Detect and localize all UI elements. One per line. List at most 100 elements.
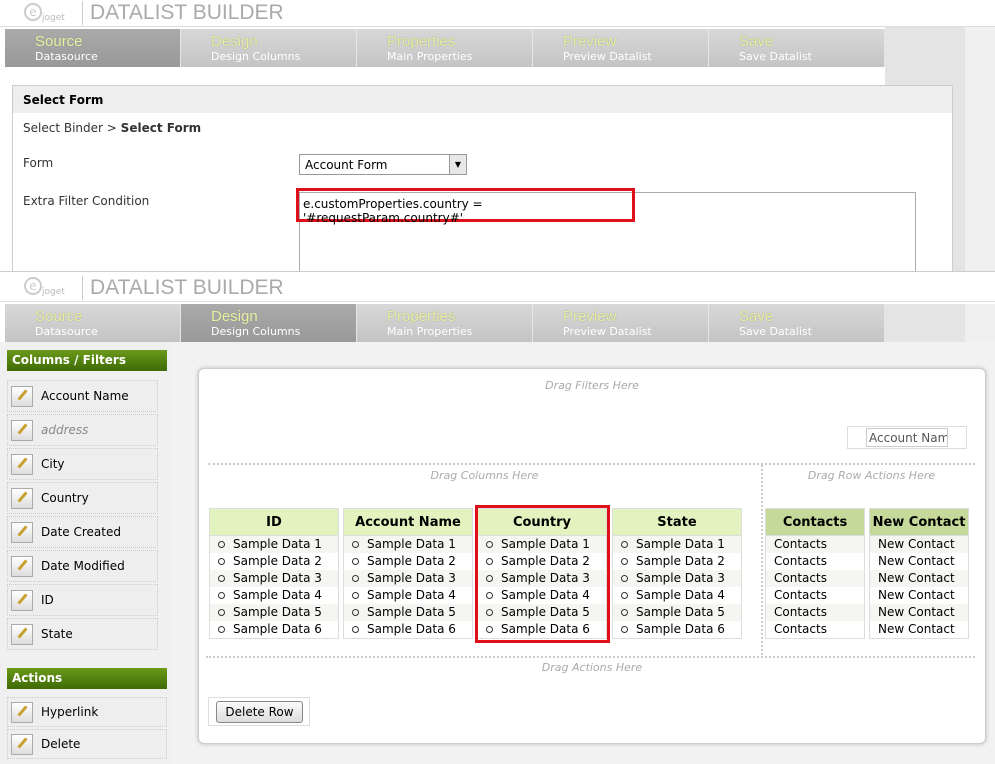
delete-row-button[interactable]: Delete Row <box>216 701 303 723</box>
sidebar-column-item[interactable]: Account Name <box>7 380 158 412</box>
column-header[interactable]: Account Name <box>344 509 472 536</box>
breadcrumb-parent[interactable]: Select Binder <box>23 121 103 135</box>
step-title: Source <box>35 33 83 50</box>
cell-value: Contacts <box>774 554 827 568</box>
table-row: New Contact <box>870 553 968 570</box>
bullet-icon <box>621 626 628 633</box>
edit-icon <box>11 419 33 441</box>
step-save[interactable]: Save Save Datalist <box>709 29 885 67</box>
edit-icon <box>11 385 33 407</box>
step-source[interactable]: Source Datasource <box>5 304 181 342</box>
table-row: Contacts <box>766 621 864 638</box>
edit-icon <box>11 623 33 645</box>
datalist-column-account-name[interactable]: Account Name Sample Data 1 Sample Data 2 Sa… <box>343 508 473 639</box>
step-design[interactable]: Design Design Columns <box>181 304 357 342</box>
edit-icon <box>11 521 33 543</box>
sidebar-column-item[interactable]: City <box>7 448 158 480</box>
table-row: Sample Data 6 <box>344 621 472 638</box>
step-subtitle: Datasource <box>35 50 98 63</box>
row-action-new-contact[interactable]: New Contact New Contact New Contact New Con… <box>869 508 969 639</box>
column-header[interactable]: New Contact <box>870 509 968 536</box>
edit-icon <box>11 453 33 475</box>
datalist-column-state[interactable]: State Sample Data 1 Sample Data 2 Sample Da… <box>612 508 742 639</box>
highlight-country-column <box>475 505 610 643</box>
table-row: New Contact <box>870 621 968 638</box>
table-row: New Contact <box>870 536 968 553</box>
bullet-icon <box>352 575 359 582</box>
chevron-down-icon[interactable]: ▼ <box>449 155 466 174</box>
cell-value: Sample Data 2 <box>367 554 456 568</box>
form-select[interactable]: Account Form ▼ <box>299 154 467 175</box>
app-title: DATALIST BUILDER <box>82 1 284 25</box>
divider <box>208 463 975 465</box>
table-row: Contacts <box>766 570 864 587</box>
table-row: Contacts <box>766 536 864 553</box>
sidebar-column-item[interactable]: address <box>7 414 158 446</box>
step-properties[interactable]: Properties Main Properties <box>357 29 533 67</box>
table-row: New Contact <box>870 587 968 604</box>
scrollbar[interactable] <box>965 304 995 342</box>
column-label: State <box>41 627 73 641</box>
step-save[interactable]: Save Save Datalist <box>709 304 885 342</box>
column-label: ID <box>41 593 54 607</box>
cell-value: Sample Data 2 <box>233 554 322 568</box>
breadcrumb-separator: > <box>106 121 117 135</box>
column-header[interactable]: Contacts <box>766 509 864 536</box>
bullet-icon <box>352 541 359 548</box>
step-title: Properties <box>387 33 456 50</box>
cell-value: Sample Data 6 <box>233 622 322 636</box>
table-row: Sample Data 6 <box>613 621 741 638</box>
cell-value: New Contact <box>878 537 955 551</box>
step-subtitle: Datasource <box>35 325 98 338</box>
table-row: Contacts <box>766 553 864 570</box>
cell-value: Sample Data 3 <box>367 571 456 585</box>
column-header[interactable]: State <box>613 509 741 536</box>
sidebar-column-item[interactable]: ID <box>7 584 158 616</box>
step-properties[interactable]: Properties Main Properties <box>357 304 533 342</box>
cell-value: New Contact <box>878 622 955 636</box>
cell-value: Contacts <box>774 588 827 602</box>
sidebar-column-item[interactable]: Country <box>7 482 158 514</box>
bullet-icon <box>621 541 628 548</box>
scrollbar[interactable] <box>965 27 995 272</box>
step-title: Preview <box>563 33 617 50</box>
sidebar-column-item[interactable]: State <box>7 618 158 650</box>
step-title: Preview <box>563 308 617 325</box>
step-title: Save <box>739 33 774 50</box>
cell-value: Sample Data 4 <box>233 588 322 602</box>
account-name-filter-input[interactable]: Account Name <box>866 428 948 447</box>
row-action-contacts[interactable]: Contacts Contacts Contacts Contacts Contacts… <box>765 508 865 639</box>
wizard-steps: Source Datasource Design Design Columns Prop… <box>5 304 885 342</box>
step-subtitle: Preview Datalist <box>563 50 652 63</box>
step-subtitle: Save Datalist <box>739 50 812 63</box>
filter-label: Extra Filter Condition <box>23 194 150 208</box>
step-source[interactable]: Source Datasource <box>5 29 181 67</box>
cell-value: Contacts <box>774 571 827 585</box>
filter-box[interactable]: Account Name <box>847 426 967 449</box>
column-header[interactable]: ID <box>210 509 338 536</box>
step-design[interactable]: Design Design Columns <box>181 29 357 67</box>
column-label: Country <box>41 491 89 505</box>
cell-value: New Contact <box>878 605 955 619</box>
datalist-column-id[interactable]: ID Sample Data 1 Sample Data 2 Sample Data … <box>209 508 339 639</box>
drag-row-actions-hint: Drag Row Actions Here <box>807 469 936 482</box>
columns-filters-header: Columns / Filters <box>7 350 167 371</box>
sidebar-column-item[interactable]: Date Created <box>7 516 158 548</box>
drag-actions-hint: Drag Actions Here <box>541 661 643 674</box>
column-label: Date Modified <box>41 559 125 573</box>
form-select-value: Account Form <box>305 158 388 172</box>
sidebar-column-item[interactable]: Date Modified <box>7 550 158 582</box>
joget-logo: e joget <box>24 3 84 25</box>
step-title: Design <box>211 33 258 50</box>
bullet-icon <box>218 592 225 599</box>
table-row: Sample Data 3 <box>210 570 338 587</box>
step-preview[interactable]: Preview Preview Datalist <box>533 29 709 67</box>
edit-icon <box>11 733 33 755</box>
bullet-icon <box>621 609 628 616</box>
sidebar-action-item[interactable]: Delete <box>7 729 167 759</box>
cell-value: Sample Data 1 <box>636 537 725 551</box>
sidebar-action-item[interactable]: Hyperlink <box>7 697 167 727</box>
step-preview[interactable]: Preview Preview Datalist <box>533 304 709 342</box>
cell-value: Contacts <box>774 622 827 636</box>
edit-icon <box>11 589 33 611</box>
